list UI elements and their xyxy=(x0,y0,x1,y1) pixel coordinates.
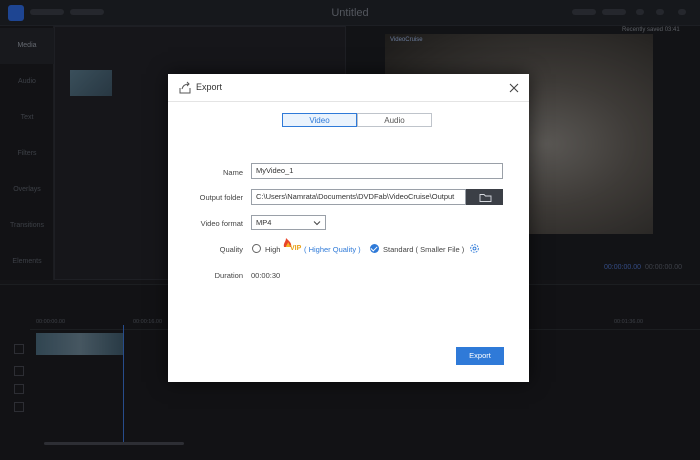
chevron-down-icon xyxy=(313,221,321,226)
output-folder-label: Output folder xyxy=(199,193,243,202)
duration-value: 00:00:30 xyxy=(251,271,281,280)
export-button[interactable]: Export xyxy=(456,347,504,365)
quality-high-note: ( Higher Quality ) xyxy=(304,245,361,254)
folder-icon xyxy=(479,194,492,202)
name-field[interactable]: MyVideo_1 xyxy=(251,163,503,179)
tab-audio[interactable]: Audio xyxy=(357,113,432,127)
quality-standard-label: Standard ( Smaller File ) xyxy=(383,245,465,254)
quality-high-label: High xyxy=(265,245,281,254)
dialog-title: Export xyxy=(196,82,223,92)
tab-video[interactable]: Video xyxy=(282,113,357,127)
gear-icon[interactable] xyxy=(469,243,480,254)
export-icon xyxy=(179,81,191,94)
dialog-header: Export xyxy=(168,74,529,102)
quality-high-radio[interactable] xyxy=(252,244,261,253)
video-format-select[interactable]: MP4 xyxy=(251,215,326,230)
vip-badge-text: VIP xyxy=(290,245,302,252)
export-dialog: Export Video Audio Name MyVideo_1 Output… xyxy=(168,74,529,382)
close-icon[interactable] xyxy=(507,81,521,95)
quality-standard-radio[interactable] xyxy=(370,244,379,253)
video-format-value: MP4 xyxy=(256,218,272,227)
video-format-label: Video format xyxy=(200,219,243,228)
quality-label: Quality xyxy=(219,245,243,254)
browse-folder-button[interactable] xyxy=(466,189,503,205)
name-label: Name xyxy=(222,168,243,177)
output-folder-field[interactable]: C:\Users\Namrata\Documents\DVDFab\VideoC… xyxy=(251,189,466,205)
duration-label: Duration xyxy=(214,271,243,280)
